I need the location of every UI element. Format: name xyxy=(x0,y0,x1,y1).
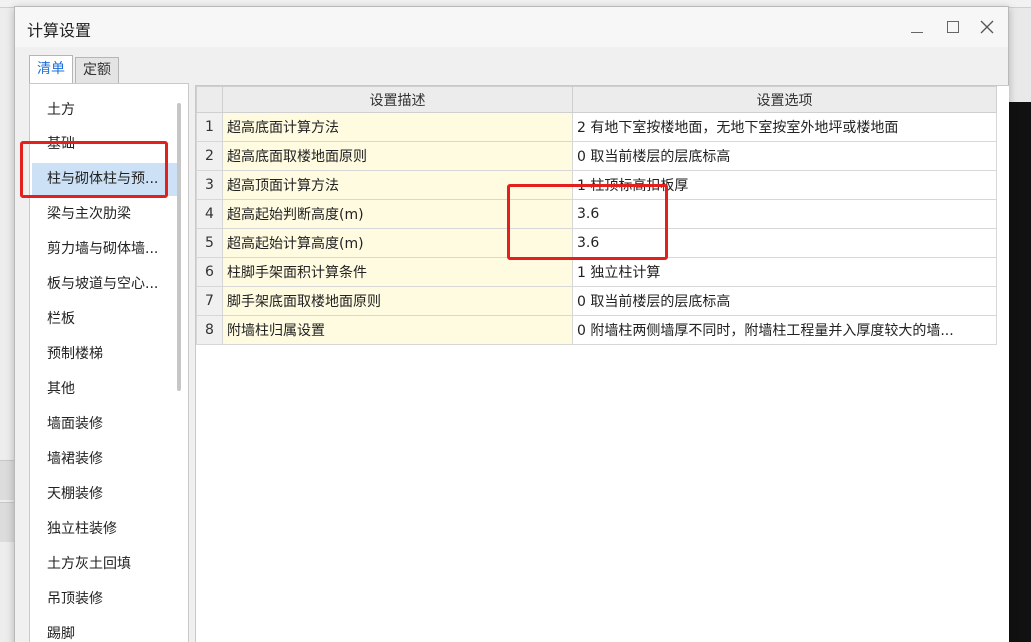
settings-table: 设置描述 设置选项 1 超高底面计算方法 2 有地下室按楼地面，无地下室按室外地… xyxy=(196,86,997,345)
list-item[interactable]: 基础 xyxy=(32,128,180,161)
row-number: 1 xyxy=(196,112,223,142)
row-number: 2 xyxy=(196,141,223,171)
list-item[interactable]: 墙面装修 xyxy=(32,408,180,441)
setting-option[interactable]: 0 取当前楼层的层底标高 xyxy=(572,141,997,171)
setting-option[interactable]: 2 有地下室按楼地面，无地下室按室外地坪或楼地面 xyxy=(572,112,997,142)
setting-description: 超高底面计算方法 xyxy=(222,112,573,142)
table-row[interactable]: 3 超高顶面计算方法 1 柱顶标高扣板厚 xyxy=(196,170,997,200)
setting-option[interactable]: 3.6 xyxy=(572,228,997,258)
setting-description: 超高起始计算高度(m) xyxy=(222,228,573,258)
table-row[interactable]: 7 脚手架底面取楼地面原则 0 取当前楼层的层底标高 xyxy=(196,286,997,316)
background-app-segment xyxy=(0,460,14,500)
table-row[interactable]: 1 超高底面计算方法 2 有地下室按楼地面，无地下室按室外地坪或楼地面 xyxy=(196,112,997,142)
tab-dinge[interactable]: 定额 xyxy=(75,57,119,83)
background-app-segment xyxy=(0,502,14,542)
setting-description: 超高起始判断高度(m) xyxy=(222,199,573,229)
calc-settings-dialog: 计算设置 清单 定额 土方 基础 柱与砌体柱与预... 梁与主次肋梁 剪力墙与砌… xyxy=(14,6,1009,642)
list-item[interactable]: 剪力墙与砌体墙... xyxy=(32,233,180,266)
header-description[interactable]: 设置描述 xyxy=(222,86,573,113)
row-number: 6 xyxy=(196,257,223,287)
list-item-selected[interactable]: 柱与砌体柱与预... xyxy=(32,163,180,196)
table-header-row: 设置描述 设置选项 xyxy=(196,86,997,113)
table-row[interactable]: 8 附墙柱归属设置 0 附墙柱两侧墙厚不同时，附墙柱工程量并入厚度较大的墙... xyxy=(196,315,997,345)
close-button[interactable] xyxy=(973,15,1001,39)
list-item[interactable]: 土方灰土回填 xyxy=(32,548,180,581)
maximize-button[interactable] xyxy=(939,15,967,39)
list-item[interactable]: 墙裙装修 xyxy=(32,443,180,476)
setting-description: 附墙柱归属设置 xyxy=(222,315,573,345)
setting-option[interactable]: 0 取当前楼层的层底标高 xyxy=(572,286,997,316)
list-item[interactable]: 天棚装修 xyxy=(32,478,180,511)
setting-description: 超高顶面计算方法 xyxy=(222,170,573,200)
tab-qingdan[interactable]: 清单 xyxy=(29,55,73,83)
minimize-button[interactable] xyxy=(903,15,931,39)
list-item[interactable]: 独立柱装修 xyxy=(32,513,180,546)
setting-option[interactable]: 3.6 xyxy=(572,199,997,229)
setting-description: 柱脚手架面积计算条件 xyxy=(222,257,573,287)
list-item[interactable]: 其他 xyxy=(32,373,180,406)
background-app-left-strip xyxy=(0,8,14,642)
row-number: 5 xyxy=(196,228,223,258)
close-icon xyxy=(980,20,994,34)
setting-option[interactable]: 1 独立柱计算 xyxy=(572,257,997,287)
table-row[interactable]: 2 超高底面取楼地面原则 0 取当前楼层的层底标高 xyxy=(196,141,997,171)
table-row[interactable]: 4 超高起始判断高度(m) 3.6 xyxy=(196,199,997,229)
row-number: 7 xyxy=(196,286,223,316)
list-item[interactable]: 踢脚 xyxy=(32,618,180,642)
dialog-title: 计算设置 xyxy=(27,21,92,40)
settings-grid: 设置描述 设置选项 1 超高底面计算方法 2 有地下室按楼地面，无地下室按室外地… xyxy=(195,85,1009,642)
setting-option[interactable]: 0 附墙柱两侧墙厚不同时，附墙柱工程量并入厚度较大的墙... xyxy=(572,315,997,345)
row-number: 3 xyxy=(196,170,223,200)
list-item[interactable]: 梁与主次肋梁 xyxy=(32,198,180,231)
row-number: 4 xyxy=(196,199,223,229)
list-item[interactable]: 土方 xyxy=(32,94,180,127)
background-app-dark-panel xyxy=(1008,102,1031,642)
dialog-titlebar: 计算设置 xyxy=(15,7,1008,47)
list-item[interactable]: 吊顶装修 xyxy=(32,583,180,616)
list-item[interactable]: 栏板 xyxy=(32,303,180,336)
table-row[interactable]: 5 超高起始计算高度(m) 3.6 xyxy=(196,228,997,258)
maximize-icon xyxy=(947,21,959,33)
list-item[interactable]: 预制楼梯 xyxy=(32,338,180,371)
header-corner xyxy=(196,86,223,113)
header-option[interactable]: 设置选项 xyxy=(572,86,997,113)
minimize-icon xyxy=(911,31,923,33)
setting-description: 脚手架底面取楼地面原则 xyxy=(222,286,573,316)
setting-description: 超高底面取楼地面原则 xyxy=(222,141,573,171)
setting-option[interactable]: 1 柱顶标高扣板厚 xyxy=(572,170,997,200)
category-list: 土方 基础 柱与砌体柱与预... 梁与主次肋梁 剪力墙与砌体墙... 板与坡道与… xyxy=(29,83,189,642)
table-row[interactable]: 6 柱脚手架面积计算条件 1 独立柱计算 xyxy=(196,257,997,287)
row-number: 8 xyxy=(196,315,223,345)
settings-tabs: 清单 定额 xyxy=(29,55,121,83)
category-list-scrollbar[interactable] xyxy=(177,103,181,391)
list-item[interactable]: 板与坡道与空心... xyxy=(32,268,180,301)
